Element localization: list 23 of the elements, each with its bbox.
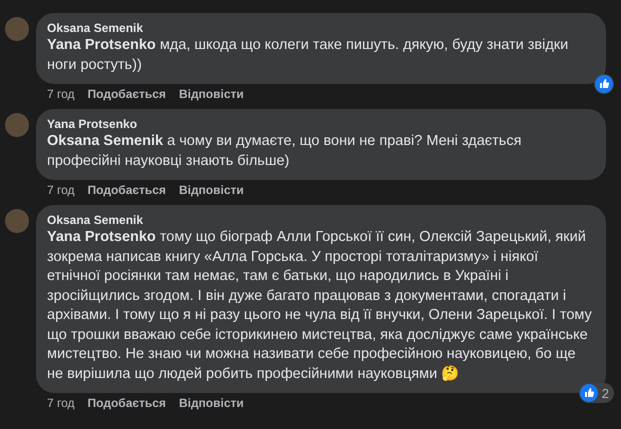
- like-link[interactable]: Подобається: [88, 396, 166, 411]
- comment-text: Yana Protsenko тому що біограф Алли Горської її син, Олексій Зарецький, який зокрема написав книгу «Алла Горська. У просторі тоталітаризму» і ніякої етнічної росіянки там немає, там є батьки, що народились в Україні і зросійщились згодом. І він дуже багато працював з документами, спогадати і архівами. І тому що я ні разу цього не чула від її внучки, Олени Зарецької. І тому що трошки вважаю себе історикинею мистецтва, яка досліджує саме українське мистецтво. Не знаю чи можна називати себе професійною науковицею, бо ще не вирішила що людей робить професійними науковцями 🤔: [47, 228, 593, 384]
- comment-time[interactable]: 7 год: [47, 87, 75, 102]
- comment-time[interactable]: 7 год: [47, 396, 75, 411]
- reaction-badge[interactable]: [594, 74, 614, 94]
- avatar[interactable]: [5, 209, 29, 233]
- author-name[interactable]: Yana Protsenko: [47, 116, 594, 132]
- like-link[interactable]: Подобається: [88, 87, 166, 102]
- comment-time[interactable]: 7 год: [47, 183, 75, 198]
- reply-link[interactable]: Відповісти: [178, 87, 244, 102]
- thumbs-up-icon: [580, 384, 598, 402]
- reply-link[interactable]: Відповісти: [178, 183, 244, 198]
- like-link[interactable]: Подобається: [88, 183, 166, 198]
- avatar[interactable]: [5, 17, 29, 41]
- comment-text: Yana Protsenko мда, шкода що колеги таке пишуть. дякую, буду знати звідки ноги ростуть)): [47, 36, 570, 74]
- thumbs-up-icon: [595, 75, 613, 93]
- author-name[interactable]: Oksana Semenik: [47, 212, 594, 228]
- author-name[interactable]: Oksana Semenik: [47, 20, 594, 36]
- avatar[interactable]: [5, 113, 29, 137]
- reaction-count: 2: [602, 386, 610, 400]
- comment-text: Oksana Semenik а чому ви думаєте, що вони не праві? Мені здається професійні науковці знають більше): [47, 132, 522, 170]
- reaction-badge[interactable]: 2: [578, 383, 614, 403]
- reply-link[interactable]: Відповісти: [178, 396, 244, 411]
